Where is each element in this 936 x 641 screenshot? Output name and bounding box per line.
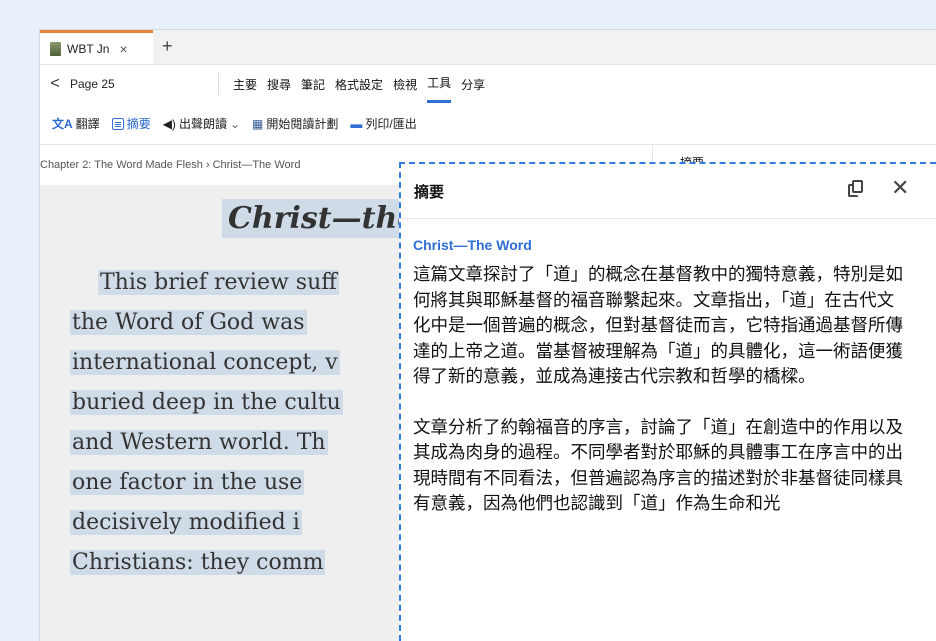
breadcrumb[interactable]: Chapter 2: The Word Made Flesh › Christ—… (40, 159, 300, 171)
translate-button[interactable]: 文A 翻譯 (52, 115, 100, 132)
menu-tools[interactable]: 工具 (427, 65, 452, 103)
translate-label: 翻譯 (75, 117, 100, 131)
divider (218, 73, 219, 95)
copy-icon[interactable] (848, 180, 864, 198)
printer-icon: ▬ (350, 116, 363, 131)
chevron-down-icon[interactable]: ⌄ (230, 117, 240, 131)
menu-format[interactable]: 格式設定 (335, 65, 383, 103)
menu-notes[interactable]: 筆記 (301, 65, 325, 103)
print-label: 列印/匯出 (365, 117, 417, 131)
menu-main[interactable]: 主要 (233, 65, 257, 103)
summary-popup: 摘要 ✕ Christ—The Word 這篇文章探討了「道」的概念在基督教中的… (399, 162, 936, 641)
read-aloud-label: 出聲朗讀 (178, 117, 227, 131)
speaker-icon: ◀︎) (162, 116, 176, 131)
reading-plan-label: 開始閱讀計劃 (266, 117, 339, 131)
translate-icon: 文A (52, 117, 73, 131)
print-button[interactable]: ▬ 列印/匯出 (350, 115, 416, 132)
tools-toolbar: 文A 翻譯 摘要 ◀︎) 出聲朗讀 ⌄ ▦ 開始閱讀計劃 ▬ 列印/匯出 (40, 103, 936, 145)
summary-button[interactable]: 摘要 (111, 115, 151, 132)
book-icon (50, 41, 61, 56)
tab-strip: WBT Jn × + (40, 30, 936, 65)
calendar-icon: ▦ (252, 116, 264, 131)
read-aloud-button[interactable]: ◀︎) 出聲朗讀 ⌄ (163, 115, 240, 132)
summary-title: 摘要 (414, 183, 445, 201)
back-button[interactable]: < (40, 75, 70, 93)
menu-view[interactable]: 檢視 (393, 65, 417, 103)
summary-paragraph: 這篇文章探討了「道」的概念在基督教中的獨特意義，特別是如何將其與耶穌基督的福音聯… (413, 265, 903, 387)
nav-bar: < Page 25 主要 搜尋 筆記 格式設定 檢視 工具 分享 (40, 65, 936, 103)
page-indicator[interactable]: Page 25 (70, 77, 218, 91)
summary-body: Christ—The Word 這篇文章探討了「道」的概念在基督教中的獨特意義，… (401, 219, 903, 518)
summary-paragraph: 文章分析了約翰福音的序言，討論了「道」在創造中的作用以及其成為肉身的過程。不同學… (413, 417, 903, 515)
summary-icon (111, 117, 124, 130)
summary-label: 摘要 (126, 117, 151, 131)
main-menu: 主要 搜尋 筆記 格式設定 檢視 工具 分享 (233, 65, 495, 103)
reading-plan-button[interactable]: ▦ 開始閱讀計劃 (252, 115, 338, 132)
tab-title: WBT Jn (67, 41, 110, 56)
menu-share[interactable]: 分享 (461, 65, 485, 103)
article-title[interactable]: Christ—The Word (413, 237, 903, 253)
close-icon[interactable]: ✕ (891, 175, 909, 201)
new-tab-button[interactable]: + (162, 36, 173, 57)
menu-search[interactable]: 搜尋 (267, 65, 291, 103)
chapter-title: Christ—the (222, 199, 423, 238)
document-tab[interactable]: WBT Jn × (40, 30, 153, 64)
tab-close-icon[interactable]: × (119, 41, 127, 57)
summary-header: 摘要 ✕ (401, 164, 936, 219)
